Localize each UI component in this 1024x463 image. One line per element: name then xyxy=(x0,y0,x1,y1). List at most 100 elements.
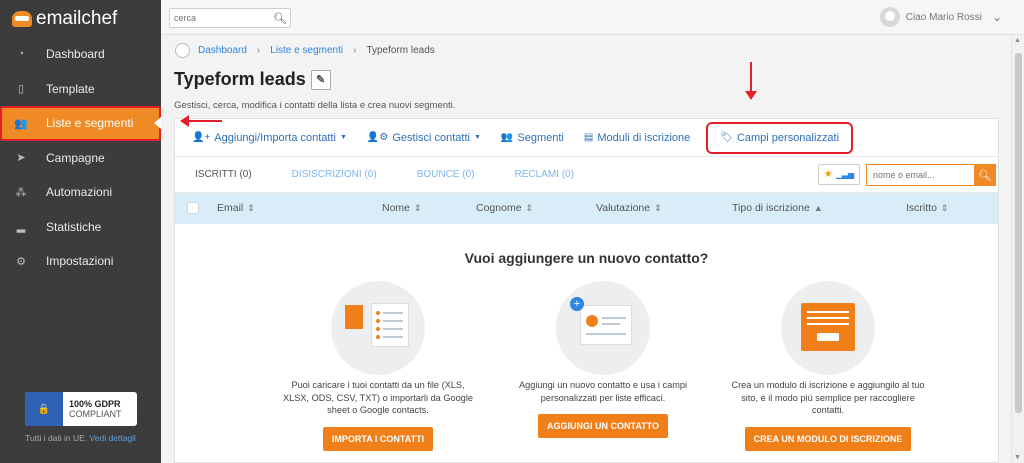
tab-reclami[interactable]: RECLAMI (0) xyxy=(514,169,573,180)
global-search: 🔍︎ xyxy=(169,8,291,28)
contacts-panel: 👤+ Aggiungi/Importa contatti ▼ 👤⚙ Gestis… xyxy=(174,118,999,463)
rating-filter-button[interactable]: ★ ▁▃▅ xyxy=(818,164,860,185)
sidebar-item-liste-e-segmenti[interactable]: 👥 Liste e segmenti xyxy=(0,106,161,141)
manage-contacts-button[interactable]: 👤⚙ Gestisci contatti ▼ xyxy=(367,132,481,144)
gdpr-badge: 🔒 100% GDPR COMPLIANT xyxy=(25,392,137,426)
bars-icon: ▁▃▅ xyxy=(835,170,855,179)
segments-button[interactable]: 👥 Segmenti xyxy=(501,132,564,144)
subscription-forms-button[interactable]: ▤ Moduli di iscrizione xyxy=(584,132,690,144)
sort-icon: ⇕ xyxy=(525,203,534,213)
action-bar: 👤+ Aggiungi/Importa contatti ▼ 👤⚙ Gestis… xyxy=(175,119,998,157)
sidebar-item-label: Campagne xyxy=(46,150,105,165)
table-header: Email ⇕ Nome ⇕ Cognome ⇕ Valutazione ⇕ Tipo … xyxy=(175,193,998,224)
tab-iscritti[interactable]: ISCRITTI (0) xyxy=(195,169,252,180)
select-all-checkbox[interactable] xyxy=(187,202,199,214)
chart-icon: ▂ xyxy=(16,221,26,234)
card-text: Puoi caricare i tuoi contatti da un file… xyxy=(283,380,473,415)
sidebar-item-impostazioni[interactable]: ⚙ Impostazioni xyxy=(0,244,161,279)
scroll-down-icon[interactable]: ▼ xyxy=(1014,454,1021,461)
column-cognome[interactable]: Cognome ⇕ xyxy=(476,202,533,214)
import-contacts-button[interactable]: IMPORTA I CONTATTI xyxy=(322,426,434,451)
breadcrumb-liste[interactable]: Liste e segmenti xyxy=(270,45,343,56)
breadcrumb-current: Typeform leads xyxy=(366,45,435,56)
add-import-contacts-button[interactable]: 👤+ Aggiungi/Importa contatti ▼ xyxy=(192,132,347,144)
pencil-icon: ✎ xyxy=(316,74,326,86)
home-icon[interactable] xyxy=(175,43,190,58)
scrollbar[interactable]: ▲ ▼ xyxy=(1011,35,1024,463)
sort-icon: ⇕ xyxy=(654,203,662,213)
chevron-down-icon: ⌄ xyxy=(991,10,1002,24)
avatar xyxy=(879,7,900,27)
sidebar-item-campagne[interactable]: ➤ Campagne xyxy=(0,141,161,176)
column-valutazione[interactable]: Valutazione ⇕ xyxy=(596,202,662,214)
custom-fields-button[interactable]: 🏷 Campi personalizzati xyxy=(706,121,854,154)
sort-icon: ⇕ xyxy=(414,203,422,213)
sidebar-item-label: Automazioni xyxy=(46,185,113,200)
manage-user-icon: 👤⚙ xyxy=(366,132,389,143)
add-contact-button[interactable]: AGGIUNGI UN CONTATTO xyxy=(538,414,668,438)
search-icon[interactable]: 🔍︎ xyxy=(270,12,290,25)
caret-down-icon: ▼ xyxy=(339,134,347,141)
scroll-thumb[interactable] xyxy=(1015,53,1022,413)
subscription-form-card: Crea un modulo di iscrizione e aggiungil… xyxy=(728,281,928,451)
column-label: Iscritto xyxy=(906,202,937,214)
sidebar-item-statistiche[interactable]: ▂ Statistiche xyxy=(0,210,161,245)
tab-disiscrizioni[interactable]: DISISCRIZIONI (0) xyxy=(292,169,377,180)
column-nome[interactable]: Nome ⇕ xyxy=(382,202,422,214)
user-menu[interactable]: Ciao Mario Rossi ⌄ xyxy=(879,7,1002,27)
action-label: Aggiungi/Importa contatti xyxy=(214,131,336,144)
sidebar-item-dashboard[interactable]: ◔ Dashboard xyxy=(0,37,161,72)
page-subtitle: Gestisci, cerca, modifica i contatti del… xyxy=(174,100,456,111)
empty-state-title: Vuoi aggiungere un nuovo contatto? xyxy=(464,250,709,266)
status-tabs: ISCRITTI (0) DISISCRIZIONI (0) BOUNCE (0… xyxy=(175,157,998,193)
scroll-up-icon[interactable]: ▲ xyxy=(1014,37,1021,44)
logo[interactable]: emailchef xyxy=(0,0,161,37)
breadcrumb-separator: › xyxy=(353,45,357,56)
dashboard-icon: ◔ xyxy=(17,48,25,61)
action-label: Moduli di iscrizione xyxy=(597,131,691,144)
sidebar: emailchef ◔ Dashboard ▯ Template 👥 Liste… xyxy=(0,0,161,463)
sidebar-item-label: Statistiche xyxy=(46,219,102,234)
page-title-text: Typeform leads xyxy=(174,69,306,89)
sidebar-item-label: Impostazioni xyxy=(46,254,114,269)
annotation-arrow-down xyxy=(745,62,757,100)
sort-asc-icon: ▲ xyxy=(813,203,823,213)
edit-title-button[interactable]: ✎ xyxy=(310,69,331,90)
column-label: Cognome xyxy=(476,202,522,214)
import-file-illustration xyxy=(331,281,425,375)
contact-search-input[interactable] xyxy=(866,164,974,186)
column-label: Nome xyxy=(382,202,411,214)
gdpr-line2: COMPLIANT xyxy=(69,409,122,419)
tab-bounce[interactable]: BOUNCE (0) xyxy=(417,169,475,180)
column-tipo-iscrizione[interactable]: Tipo di iscrizione ▲ xyxy=(732,202,823,214)
eu-note-text: Tutti i dati in UE. xyxy=(25,433,88,443)
user-greeting: Ciao Mario Rossi xyxy=(905,11,982,23)
breadcrumb-dashboard[interactable]: Dashboard xyxy=(198,45,247,56)
add-contact-card: + Aggiungi un nuovo contatto e usa i cam… xyxy=(503,281,703,438)
tags-icon: 🏷 xyxy=(720,132,733,143)
breadcrumb-separator: › xyxy=(256,45,261,56)
sidebar-item-automazioni[interactable]: ⁂ Automazioni xyxy=(0,175,161,210)
breadcrumb: Dashboard › Liste e segmenti › Typeform … xyxy=(175,43,435,58)
eu-data-note: Tutti i dati in UE. Vedi dettagli xyxy=(0,433,161,443)
plus-icon: + xyxy=(570,297,584,311)
action-label: Campi personalizzati xyxy=(736,131,840,144)
group-icon: 👥 xyxy=(500,132,514,143)
action-label: Gestisci contatti xyxy=(392,131,470,144)
sidebar-item-template[interactable]: ▯ Template xyxy=(0,72,161,107)
create-form-button[interactable]: CREA UN MODULO DI ISCRIZIONE xyxy=(744,426,912,451)
sidebar-item-label: Liste e segmenti xyxy=(46,116,134,131)
column-label: Tipo di iscrizione xyxy=(732,202,810,214)
column-iscritto[interactable]: Iscritto ⇕ xyxy=(906,202,948,214)
column-email[interactable]: Email ⇕ xyxy=(217,202,255,214)
sidebar-item-label: Template xyxy=(46,81,95,96)
form-icon: ▤ xyxy=(583,132,594,143)
import-card: Puoi caricare i tuoi contatti da un file… xyxy=(278,281,478,451)
search-input[interactable] xyxy=(170,13,270,23)
sort-icon: ⇕ xyxy=(247,203,255,213)
eu-details-link[interactable]: Vedi dettagli xyxy=(90,433,136,443)
automation-icon: ⁂ xyxy=(15,186,27,199)
contact-search: 🔍︎ xyxy=(866,164,996,186)
column-label: Email xyxy=(217,202,244,214)
search-icon[interactable]: 🔍︎ xyxy=(974,164,996,186)
